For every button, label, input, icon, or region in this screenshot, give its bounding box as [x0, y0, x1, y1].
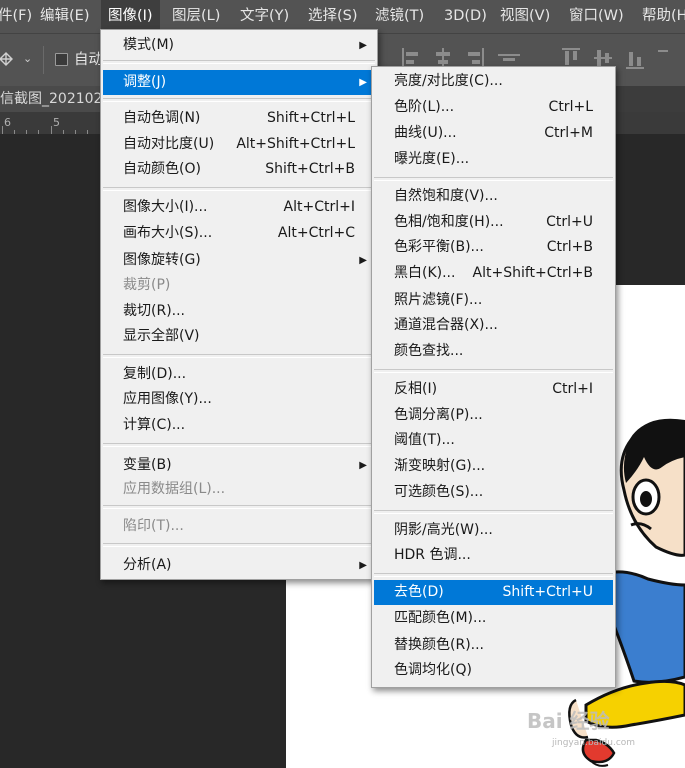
menu-item-reveal-all[interactable]: 显示全部(V) [103, 324, 375, 349]
baidu-watermark: Bai 经验 [527, 709, 610, 733]
ruler-number: 5 [53, 116, 60, 129]
chevron-down-icon[interactable]: ⌄ [23, 52, 32, 65]
menu-window[interactable]: 窗口(W) [569, 0, 624, 33]
submenu-arrow-icon: ▶ [359, 460, 367, 471]
submenu-arrow-icon: ▶ [359, 255, 367, 266]
menu-item-mode[interactable]: 模式(M) ▶ [103, 33, 375, 58]
menu-item-calculations[interactable]: 计算(C)... [103, 413, 375, 438]
ruler-tick [51, 126, 52, 134]
menu-item-canvas-size[interactable]: 画布大小(S)... Alt+Ctrl+C [103, 221, 375, 246]
menu-view[interactable]: 视图(V) [500, 0, 550, 33]
menu-item-auto-tone[interactable]: 自动色调(N) Shift+Ctrl+L [103, 106, 375, 131]
distribute-icon[interactable] [658, 46, 668, 72]
submenu-arrow-icon: ▶ [359, 40, 367, 51]
menu-item-posterize[interactable]: 色调分离(P)... [374, 403, 613, 428]
menu-item-brightness-contrast[interactable]: 亮度/对比度(C)... [374, 69, 613, 94]
menu-item-trim[interactable]: 裁切(R)... [103, 299, 375, 324]
menu-item-threshold[interactable]: 阈值(T)... [374, 428, 613, 453]
menu-item-analysis[interactable]: 分析(A) ▶ [103, 553, 375, 578]
menu-item-variables[interactable]: 变量(B) ▶ [103, 453, 375, 478]
menu-item-color-balance[interactable]: 色彩平衡(B)... Ctrl+B [374, 235, 613, 260]
menu-item-vibrance[interactable]: 自然饱和度(V)... [374, 184, 613, 209]
menu-item-duplicate[interactable]: 复制(D)... [103, 362, 375, 387]
menu-item-auto-color[interactable]: 自动颜色(O) Shift+Ctrl+B [103, 157, 375, 182]
menu-item-desaturate[interactable]: 去色(D) Shift+Ctrl+U [374, 580, 613, 605]
menu-item-levels[interactable]: 色阶(L)... Ctrl+L [374, 95, 613, 120]
menu-item-channel-mixer[interactable]: 通道混合器(X)... [374, 313, 613, 338]
menu-item-hdr-toning[interactable]: HDR 色调... [374, 543, 613, 568]
menu-edit[interactable]: 编辑(E) [40, 0, 89, 33]
menu-item-color-lookup[interactable]: 颜色查找... [374, 339, 613, 364]
menu-file[interactable]: 件(F) [0, 0, 32, 33]
menu-item-auto-contrast[interactable]: 自动对比度(U) Alt+Shift+Ctrl+L [103, 132, 375, 157]
menu-item-selective-color[interactable]: 可选颜色(S)... [374, 480, 613, 505]
divider [43, 46, 44, 74]
ruler-number: 6 [4, 116, 11, 129]
adjustments-submenu: 亮度/对比度(C)... 色阶(L)... Ctrl+L 曲线(U)... Ctrl… [371, 66, 616, 688]
menu-filter[interactable]: 滤镜(T) [375, 0, 424, 33]
menu-item-equalize[interactable]: 色调均化(Q) [374, 658, 613, 683]
menu-item-trap: 陷印(T)... [123, 518, 184, 534]
menu-item-black-white[interactable]: 黑白(K)... Alt+Shift+Ctrl+B [374, 261, 613, 286]
align-bottom-icon[interactable] [626, 46, 644, 72]
menu-item-match-color[interactable]: 匹配颜色(M)... [374, 606, 613, 631]
auto-select-label: 自动 [74, 52, 103, 68]
menu-item-replace-color[interactable]: 替换颜色(R)... [374, 633, 613, 658]
submenu-arrow-icon: ▶ [359, 77, 367, 88]
menu-item-exposure[interactable]: 曝光度(E)... [374, 147, 613, 172]
menu-item-invert[interactable]: 反相(I) Ctrl+I [374, 377, 613, 402]
menu-item-crop: 裁剪(P) [123, 277, 171, 293]
menu-item-gradient-map[interactable]: 渐变映射(G)... [374, 454, 613, 479]
auto-select-checkbox[interactable] [55, 53, 68, 66]
menu-item-apply-data-set: 应用数据组(L)... [123, 481, 226, 497]
menu-item-apply-image[interactable]: 应用图像(Y)... [103, 387, 375, 412]
menu-item-photo-filter[interactable]: 照片滤镜(F)... [374, 288, 613, 313]
menu-3d[interactable]: 3D(D) [444, 0, 487, 33]
document-tab[interactable]: 信截图_202102 [0, 86, 111, 112]
menu-item-image-rotation[interactable]: 图像旋转(G) ▶ [103, 248, 375, 273]
menu-item-hue-saturation[interactable]: 色相/饱和度(H)... Ctrl+U [374, 210, 613, 235]
menu-item-image-size[interactable]: 图像大小(I)... Alt+Ctrl+I [103, 195, 375, 220]
baidu-watermark-url: jingyan.baidu.com [552, 738, 636, 748]
move-tool-icon[interactable] [0, 49, 14, 69]
menu-item-curves[interactable]: 曲线(U)... Ctrl+M [374, 121, 613, 146]
ruler-tick [2, 126, 3, 134]
image-menu: 模式(M) ▶ 调整(J) ▶ 自动色调(N) Shift+Ctrl+L 自动对比度(… [100, 29, 378, 580]
submenu-arrow-icon: ▶ [359, 560, 367, 571]
menu-item-shadows-highlights[interactable]: 阴影/高光(W)... [374, 518, 613, 543]
menu-item-adjustments[interactable]: 调整(J) ▶ [103, 70, 375, 95]
menu-help[interactable]: 帮助(H [642, 0, 685, 33]
